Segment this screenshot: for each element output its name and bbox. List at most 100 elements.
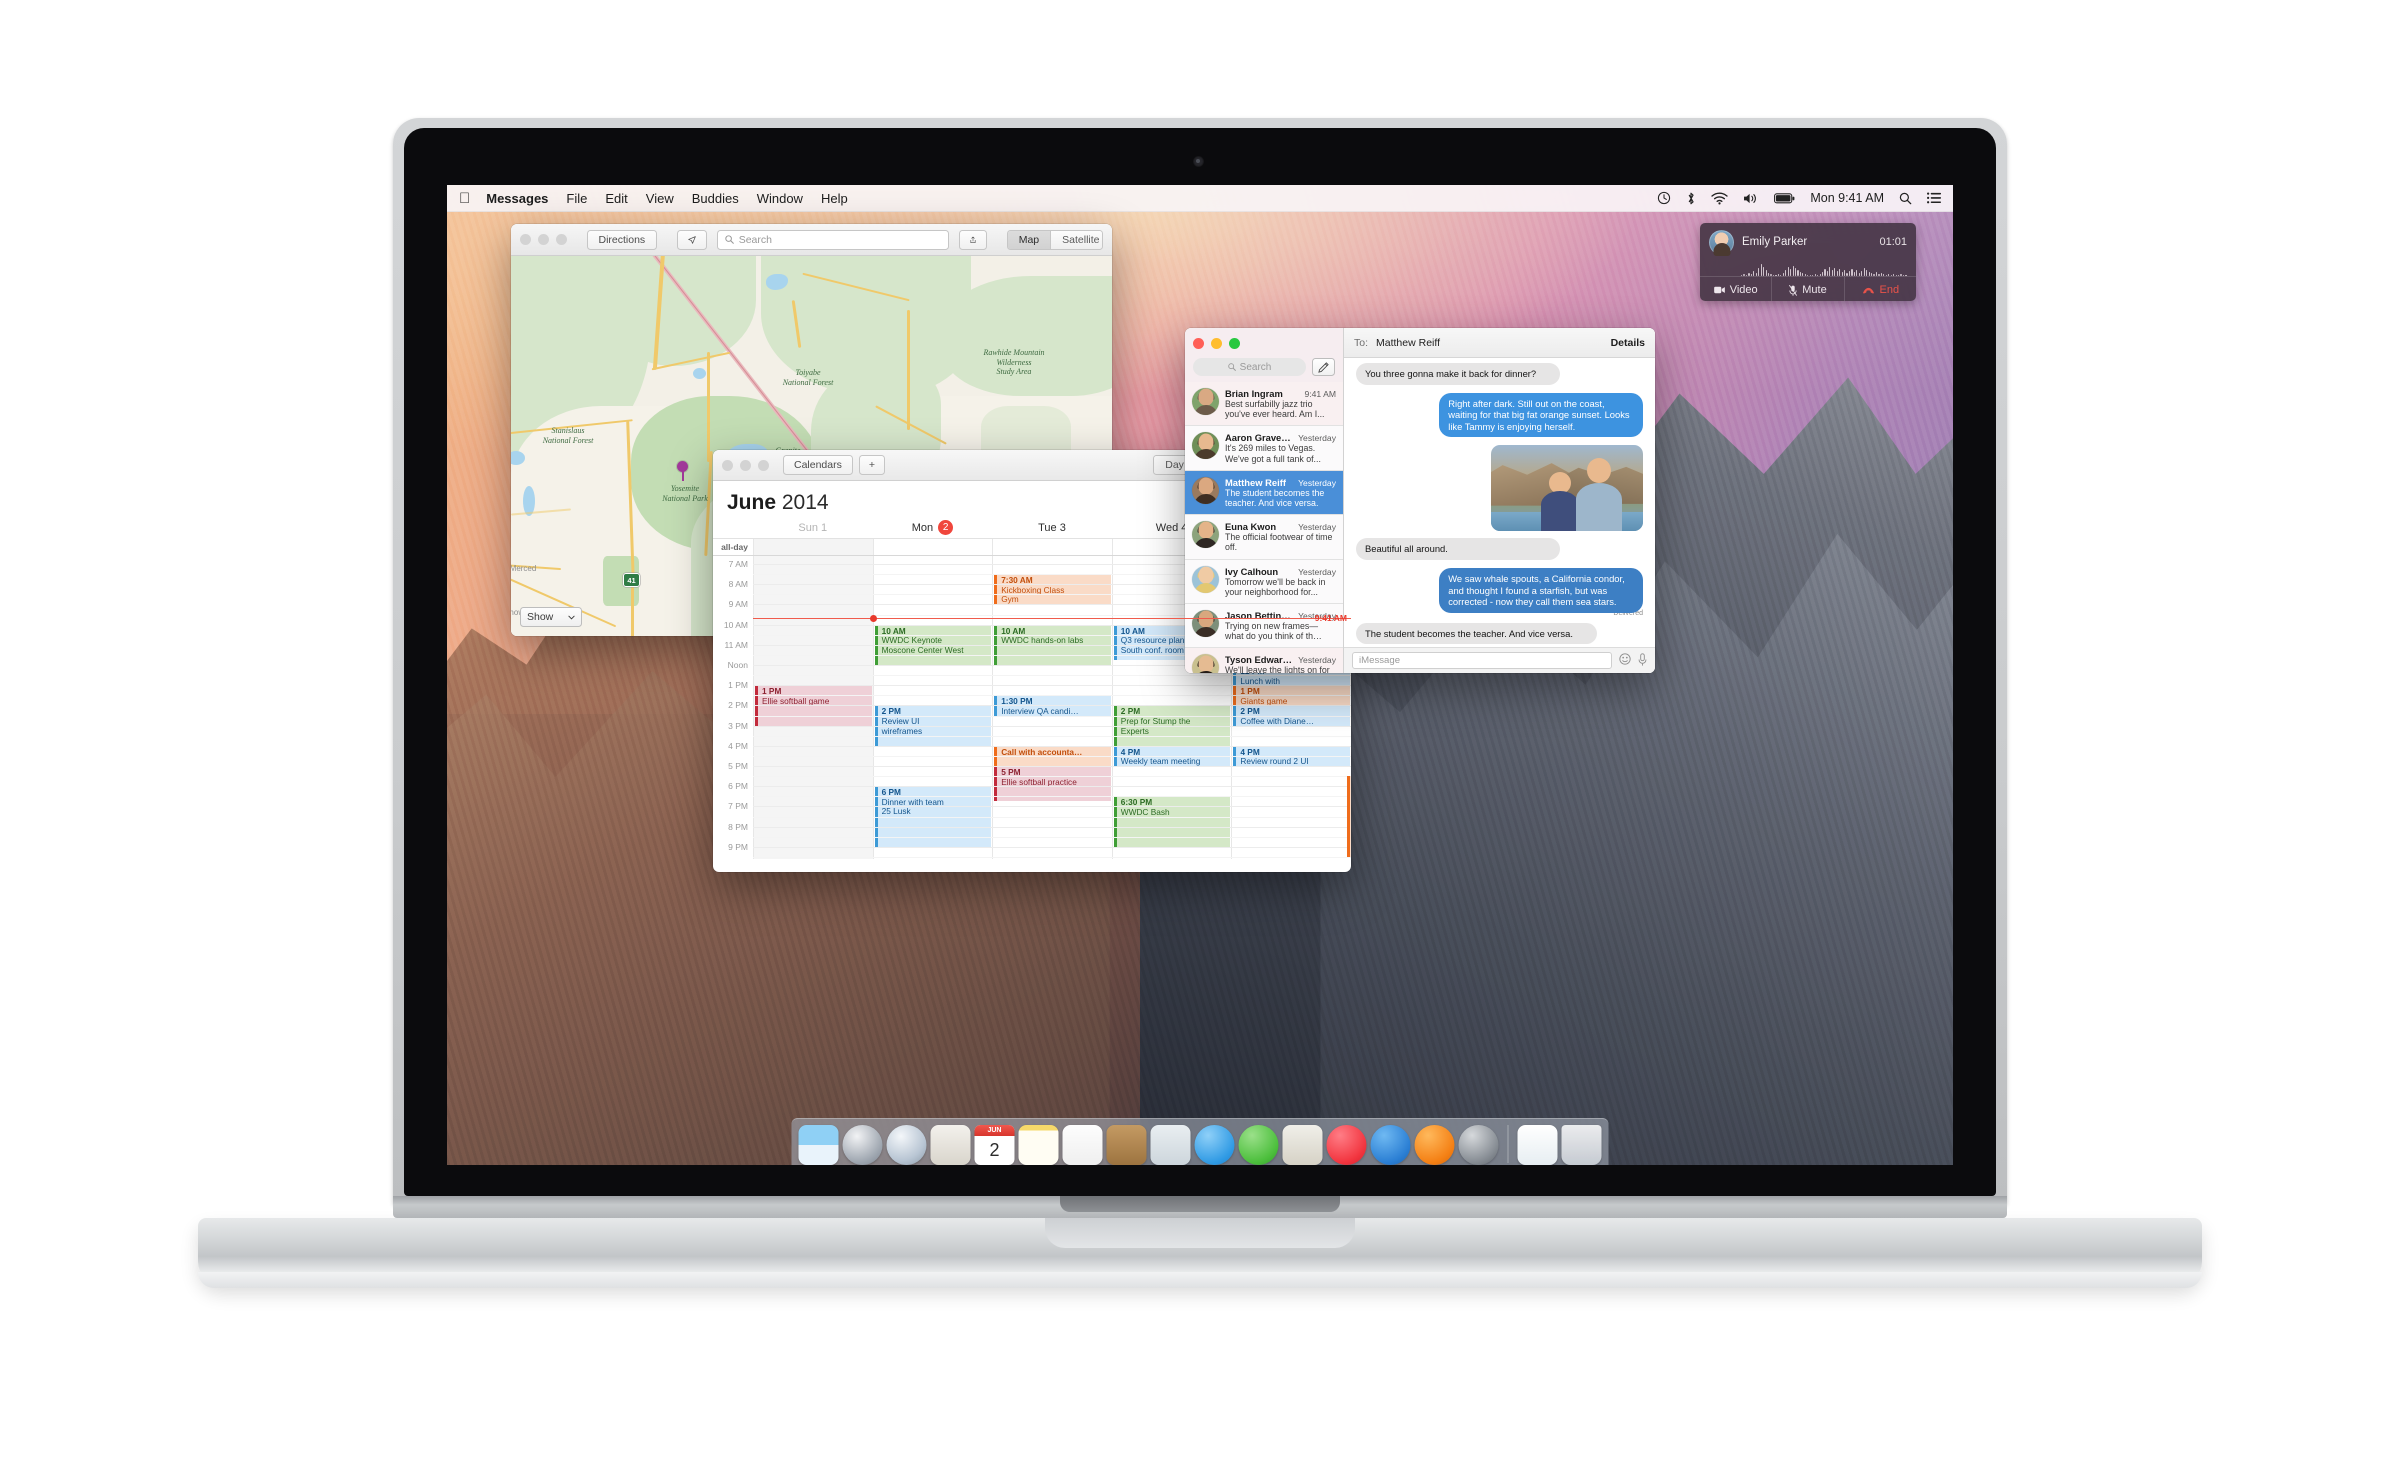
maps-search-input[interactable]: Search (716, 229, 949, 250)
volume-icon[interactable] (1743, 192, 1759, 205)
dock-item-finder[interactable] (798, 1125, 839, 1165)
conversation-list-item[interactable]: Matthew Reiff Yesterday The student become… (1185, 470, 1343, 516)
dock-item-system-preferences[interactable] (1458, 1125, 1499, 1165)
dock-item-messages[interactable] (1194, 1125, 1235, 1165)
menu-item-help[interactable]: Help (821, 191, 848, 206)
dock-item-notes[interactable] (1018, 1125, 1059, 1165)
dock-item-maps[interactable] (1150, 1125, 1191, 1165)
conversation-list[interactable]: Brian Ingram 9:41 AM Best surfabilly jazz … (1185, 382, 1343, 673)
notification-center-icon[interactable] (1927, 192, 1941, 204)
menu-item-view[interactable]: View (646, 191, 674, 206)
grid-line (753, 856, 1351, 858)
message-bubble: Right after dark. Still out on the coast… (1439, 392, 1643, 438)
event-title: Review round 2 UI (1240, 756, 1309, 767)
dock-item-document[interactable] (1517, 1125, 1558, 1165)
bluetooth-icon[interactable] (1686, 191, 1696, 206)
dock-item-safari[interactable] (886, 1125, 927, 1165)
add-event-button[interactable]: + (858, 455, 885, 475)
dock-item-app-store[interactable] (1370, 1125, 1411, 1165)
conversation-list-item[interactable]: Jason Bettin… Yesterday Trying on new fram… (1185, 604, 1343, 649)
calendar-month-badge: JUN (974, 1125, 1015, 1136)
conversation-list-item[interactable]: Tyson Edwar… Yesterday We'll leave the lig… (1185, 648, 1343, 673)
directions-button[interactable]: Directions (587, 229, 657, 250)
dock-item-contacts[interactable] (1106, 1125, 1147, 1165)
dock-item-launchpad[interactable] (842, 1125, 883, 1165)
menubar-clock[interactable]: Mon 9:41 AM (1810, 191, 1884, 205)
dock-item-calendar[interactable]: JUN 2 (974, 1125, 1015, 1165)
grid-line (753, 776, 1351, 778)
messages-search-input[interactable]: Search (1193, 358, 1306, 376)
all-day-cell[interactable] (872, 539, 993, 555)
window-controls[interactable] (722, 459, 769, 471)
hour-label: 9 PM (728, 841, 748, 852)
compose-icon[interactable] (1312, 358, 1335, 376)
calendar-day-column[interactable]: 10 AM WWDC Keynote Moscone Center West 2 PM… (872, 556, 993, 859)
conversation-list-item[interactable]: Brian Ingram 9:41 AM Best surfabilly jazz … (1185, 382, 1343, 427)
smiley-icon[interactable] (1619, 653, 1631, 668)
window-controls[interactable] (1193, 337, 1240, 349)
grid-line (753, 766, 1351, 768)
imessage-input[interactable]: iMessage (1352, 652, 1612, 669)
show-dropdown-button[interactable]: Show (520, 607, 582, 627)
menu-item-buddies[interactable]: Buddies (692, 191, 739, 206)
microphone-icon[interactable] (1638, 652, 1647, 669)
calendar-day-column[interactable]: 1 PM Ellie softball game (753, 556, 873, 859)
location-arrow-icon[interactable] (676, 229, 707, 250)
calendar-day-column[interactable]: 7:30 AM Kickboxing Class Gym 10 AM WWDC hand… (992, 556, 1112, 859)
laptop-hinge-notch (1060, 1196, 1340, 1212)
hour-label: 10 AM (723, 619, 748, 630)
conversation-preview: Trying on new frames— what do you think … (1225, 621, 1322, 642)
map-pin[interactable] (677, 461, 688, 481)
conversation-name: Jason Bettin… (1225, 610, 1291, 622)
chevron-down-icon (568, 615, 575, 619)
hour-label: 7 PM (728, 801, 748, 812)
menu-item-window[interactable]: Window (757, 191, 803, 206)
menu-item-edit[interactable]: Edit (605, 191, 627, 206)
dock-item-itunes[interactable] (1326, 1125, 1367, 1165)
calendar-event[interactable]: 7:30 AM Kickboxing Class Gym (994, 574, 1111, 605)
details-button[interactable]: Details (1611, 337, 1645, 349)
apple-logo-icon[interactable]:  (459, 191, 470, 206)
calendars-button[interactable]: Calendars (783, 455, 853, 475)
all-day-cell[interactable] (753, 539, 873, 555)
timemachine-icon[interactable] (1657, 191, 1671, 205)
window-controls[interactable] (520, 234, 567, 245)
grid-line (753, 846, 1351, 848)
end-call-button-label: End (1879, 284, 1900, 296)
hour-label: 1 PM (728, 680, 748, 691)
menu-item-file[interactable]: File (566, 191, 587, 206)
all-day-cell[interactable] (992, 539, 1112, 555)
calendar-event[interactable]: 6:30 PM WWDC Bash (1113, 796, 1231, 847)
video-button-label: Video (1729, 284, 1758, 296)
dock-item-photos[interactable] (1282, 1125, 1323, 1165)
conversation-list-item[interactable]: Ivy Calhoun Yesterday Tomorrow we'll be ba… (1185, 559, 1343, 605)
conversation-time: Yesterday (1298, 477, 1336, 488)
message-thread[interactable]: You three gonna make it back for dinner?… (1344, 358, 1655, 647)
recipient-name[interactable]: Matthew Reiff (1376, 337, 1440, 349)
conversation-list-item[interactable]: Aaron Grave… Yesterday It's 269 miles to V… (1185, 426, 1343, 471)
grid-line (753, 745, 1351, 747)
message-compose-bar: iMessage (1344, 647, 1655, 673)
dock-item-facetime[interactable] (1238, 1125, 1279, 1165)
dock-item-trash[interactable] (1561, 1125, 1602, 1165)
menu-app-name[interactable]: Messages (486, 191, 548, 206)
share-icon[interactable] (958, 229, 987, 250)
dock-item-reminders[interactable] (1062, 1125, 1103, 1165)
message-photo-attachment[interactable] (1491, 445, 1643, 532)
dock-item-ibooks[interactable] (1414, 1125, 1455, 1165)
map-view-button[interactable]: Map (1007, 230, 1051, 249)
maps-view-toggle[interactable]: Map Satellite (1006, 229, 1103, 250)
mute-button[interactable]: Mute (1771, 277, 1843, 301)
satellite-view-button[interactable]: Satellite (1050, 230, 1102, 249)
end-call-button[interactable]: End (1843, 277, 1916, 301)
search-icon[interactable] (1899, 192, 1912, 205)
wifi-icon[interactable] (1711, 191, 1728, 205)
dock-item-mail[interactable] (930, 1125, 971, 1165)
video-button[interactable]: Video (1700, 277, 1771, 301)
conversation-list-item[interactable]: Euna Kwon Yesterday The official footwear … (1185, 515, 1343, 560)
event-title: Giants game (1240, 695, 1288, 706)
dock[interactable]: JUN 2 (791, 1118, 1609, 1165)
battery-icon[interactable] (1774, 192, 1795, 204)
calendar-event[interactable]: 5:30 PMTheater - pick uptickets at Will … (1346, 776, 1351, 857)
day-header-tue: Tue 3 (1038, 521, 1066, 534)
